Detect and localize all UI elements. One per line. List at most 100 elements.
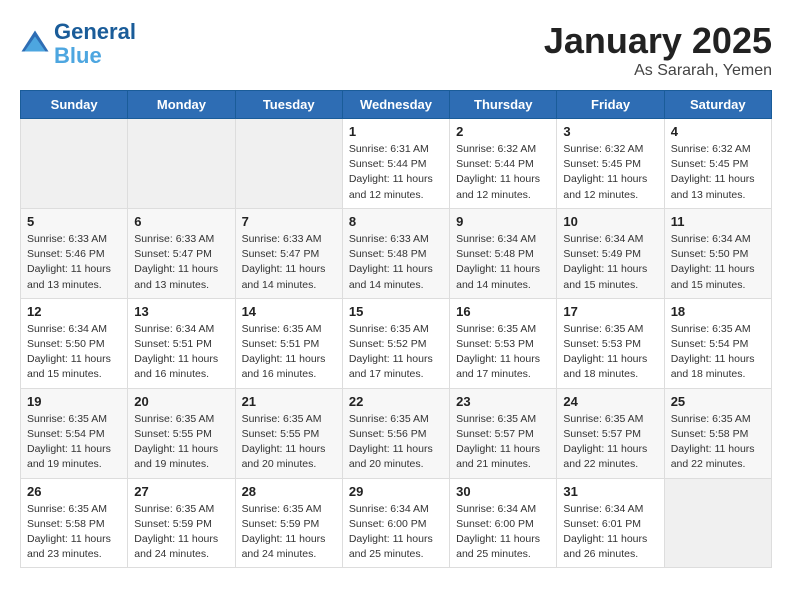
- day-info: Sunrise: 6:35 AM Sunset: 5:57 PM Dayligh…: [563, 412, 657, 473]
- day-info: Sunrise: 6:34 AM Sunset: 6:01 PM Dayligh…: [563, 502, 657, 563]
- weekday-row: SundayMondayTuesdayWednesdayThursdayFrid…: [21, 91, 772, 119]
- calendar-cell: 7 Sunrise: 6:33 AM Sunset: 5:47 PM Daylig…: [235, 208, 342, 298]
- title-block: January 2025 As Sararah, Yemen: [544, 20, 772, 80]
- logo: General Blue: [20, 20, 136, 68]
- day-info: Sunrise: 6:35 AM Sunset: 5:52 PM Dayligh…: [349, 322, 443, 383]
- day-number: 13: [134, 304, 228, 319]
- day-number: 29: [349, 484, 443, 499]
- day-number: 18: [671, 304, 765, 319]
- weekday-header-thursday: Thursday: [450, 91, 557, 119]
- day-number: 3: [563, 124, 657, 139]
- day-info: Sunrise: 6:34 AM Sunset: 5:51 PM Dayligh…: [134, 322, 228, 383]
- day-info: Sunrise: 6:35 AM Sunset: 5:51 PM Dayligh…: [242, 322, 336, 383]
- weekday-header-saturday: Saturday: [664, 91, 771, 119]
- day-info: Sunrise: 6:34 AM Sunset: 6:00 PM Dayligh…: [349, 502, 443, 563]
- calendar-cell: 19 Sunrise: 6:35 AM Sunset: 5:54 PM Dayli…: [21, 388, 128, 478]
- day-number: 17: [563, 304, 657, 319]
- day-number: 4: [671, 124, 765, 139]
- day-info: Sunrise: 6:33 AM Sunset: 5:47 PM Dayligh…: [242, 232, 336, 293]
- calendar-cell: 13 Sunrise: 6:34 AM Sunset: 5:51 PM Dayli…: [128, 298, 235, 388]
- calendar-cell: 24 Sunrise: 6:35 AM Sunset: 5:57 PM Dayli…: [557, 388, 664, 478]
- day-number: 19: [27, 394, 121, 409]
- day-number: 30: [456, 484, 550, 499]
- day-info: Sunrise: 6:34 AM Sunset: 5:48 PM Dayligh…: [456, 232, 550, 293]
- day-number: 10: [563, 214, 657, 229]
- calendar-cell: 23Sunrise: 6:35 AM Sunset: 5:57 PM Dayli…: [450, 388, 557, 478]
- week-row-1: 1 Sunrise: 6:31 AM Sunset: 5:44 PM Daylig…: [21, 119, 772, 209]
- day-info: Sunrise: 6:32 AM Sunset: 5:44 PM Dayligh…: [456, 142, 550, 203]
- day-number: 1: [349, 124, 443, 139]
- day-number: 27: [134, 484, 228, 499]
- calendar-cell: 8 Sunrise: 6:33 AM Sunset: 5:48 PM Daylig…: [342, 208, 449, 298]
- calendar-cell: 6 Sunrise: 6:33 AM Sunset: 5:47 PM Daylig…: [128, 208, 235, 298]
- calendar-cell: 25 Sunrise: 6:35 AM Sunset: 5:58 PM Dayli…: [664, 388, 771, 478]
- day-info: Sunrise: 6:33 AM Sunset: 5:46 PM Dayligh…: [27, 232, 121, 293]
- day-info: Sunrise: 6:35 AM Sunset: 5:57 PM Dayligh…: [456, 412, 550, 473]
- day-info: Sunrise: 6:35 AM Sunset: 5:59 PM Dayligh…: [242, 502, 336, 563]
- day-info: Sunrise: 6:34 AM Sunset: 5:50 PM Dayligh…: [671, 232, 765, 293]
- calendar-cell: 16 Sunrise: 6:35 AM Sunset: 5:53 PM Dayli…: [450, 298, 557, 388]
- calendar-cell: [235, 119, 342, 209]
- week-row-2: 5 Sunrise: 6:33 AM Sunset: 5:46 PM Daylig…: [21, 208, 772, 298]
- calendar-cell: 3 Sunrise: 6:32 AM Sunset: 5:45 PM Daylig…: [557, 119, 664, 209]
- day-info: Sunrise: 6:35 AM Sunset: 5:58 PM Dayligh…: [27, 502, 121, 563]
- calendar-cell: 11 Sunrise: 6:34 AM Sunset: 5:50 PM Dayli…: [664, 208, 771, 298]
- day-number: 22: [349, 394, 443, 409]
- calendar-cell: [21, 119, 128, 209]
- month-title: January 2025: [544, 20, 772, 62]
- logo-text: General Blue: [54, 20, 136, 68]
- calendar-cell: 28Sunrise: 6:35 AM Sunset: 5:59 PM Dayli…: [235, 478, 342, 568]
- calendar-cell: 5 Sunrise: 6:33 AM Sunset: 5:46 PM Daylig…: [21, 208, 128, 298]
- day-info: Sunrise: 6:35 AM Sunset: 5:54 PM Dayligh…: [27, 412, 121, 473]
- logo-icon: [20, 29, 50, 59]
- week-row-4: 19 Sunrise: 6:35 AM Sunset: 5:54 PM Dayli…: [21, 388, 772, 478]
- day-info: Sunrise: 6:35 AM Sunset: 5:59 PM Dayligh…: [134, 502, 228, 563]
- day-number: 5: [27, 214, 121, 229]
- calendar-cell: [128, 119, 235, 209]
- day-info: Sunrise: 6:33 AM Sunset: 5:47 PM Dayligh…: [134, 232, 228, 293]
- calendar-cell: 22Sunrise: 6:35 AM Sunset: 5:56 PM Dayli…: [342, 388, 449, 478]
- day-info: Sunrise: 6:35 AM Sunset: 5:54 PM Dayligh…: [671, 322, 765, 383]
- day-number: 14: [242, 304, 336, 319]
- day-number: 31: [563, 484, 657, 499]
- day-number: 25: [671, 394, 765, 409]
- day-info: Sunrise: 6:35 AM Sunset: 5:53 PM Dayligh…: [563, 322, 657, 383]
- day-number: 7: [242, 214, 336, 229]
- calendar-cell: 27 Sunrise: 6:35 AM Sunset: 5:59 PM Dayli…: [128, 478, 235, 568]
- calendar-cell: 17 Sunrise: 6:35 AM Sunset: 5:53 PM Dayli…: [557, 298, 664, 388]
- calendar-body: 1 Sunrise: 6:31 AM Sunset: 5:44 PM Daylig…: [21, 119, 772, 568]
- day-number: 2: [456, 124, 550, 139]
- calendar-cell: 26 Sunrise: 6:35 AM Sunset: 5:58 PM Dayli…: [21, 478, 128, 568]
- day-number: 6: [134, 214, 228, 229]
- calendar-cell: 30 Sunrise: 6:34 AM Sunset: 6:00 PM Dayli…: [450, 478, 557, 568]
- day-info: Sunrise: 6:35 AM Sunset: 5:53 PM Dayligh…: [456, 322, 550, 383]
- day-info: Sunrise: 6:35 AM Sunset: 5:55 PM Dayligh…: [242, 412, 336, 473]
- day-number: 12: [27, 304, 121, 319]
- calendar-cell: 12 Sunrise: 6:34 AM Sunset: 5:50 PM Dayli…: [21, 298, 128, 388]
- calendar-cell: 21Sunrise: 6:35 AM Sunset: 5:55 PM Dayli…: [235, 388, 342, 478]
- calendar-cell: 10Sunrise: 6:34 AM Sunset: 5:49 PM Dayli…: [557, 208, 664, 298]
- calendar-cell: 4Sunrise: 6:32 AM Sunset: 5:45 PM Daylig…: [664, 119, 771, 209]
- calendar-cell: 31 Sunrise: 6:34 AM Sunset: 6:01 PM Dayli…: [557, 478, 664, 568]
- page-header: General Blue January 2025 As Sararah, Ye…: [20, 20, 772, 80]
- day-number: 15: [349, 304, 443, 319]
- day-number: 9: [456, 214, 550, 229]
- weekday-header-tuesday: Tuesday: [235, 91, 342, 119]
- day-number: 24: [563, 394, 657, 409]
- calendar-header: SundayMondayTuesdayWednesdayThursdayFrid…: [21, 91, 772, 119]
- day-info: Sunrise: 6:31 AM Sunset: 5:44 PM Dayligh…: [349, 142, 443, 203]
- day-info: Sunrise: 6:34 AM Sunset: 6:00 PM Dayligh…: [456, 502, 550, 563]
- day-number: 8: [349, 214, 443, 229]
- calendar-cell: 20Sunrise: 6:35 AM Sunset: 5:55 PM Dayli…: [128, 388, 235, 478]
- day-info: Sunrise: 6:34 AM Sunset: 5:50 PM Dayligh…: [27, 322, 121, 383]
- day-info: Sunrise: 6:35 AM Sunset: 5:58 PM Dayligh…: [671, 412, 765, 473]
- weekday-header-friday: Friday: [557, 91, 664, 119]
- week-row-5: 26 Sunrise: 6:35 AM Sunset: 5:58 PM Dayli…: [21, 478, 772, 568]
- day-info: Sunrise: 6:33 AM Sunset: 5:48 PM Dayligh…: [349, 232, 443, 293]
- day-number: 16: [456, 304, 550, 319]
- day-number: 26: [27, 484, 121, 499]
- day-info: Sunrise: 6:32 AM Sunset: 5:45 PM Dayligh…: [563, 142, 657, 203]
- calendar-cell: 29 Sunrise: 6:34 AM Sunset: 6:00 PM Dayli…: [342, 478, 449, 568]
- day-number: 11: [671, 214, 765, 229]
- calendar-cell: 2 Sunrise: 6:32 AM Sunset: 5:44 PM Daylig…: [450, 119, 557, 209]
